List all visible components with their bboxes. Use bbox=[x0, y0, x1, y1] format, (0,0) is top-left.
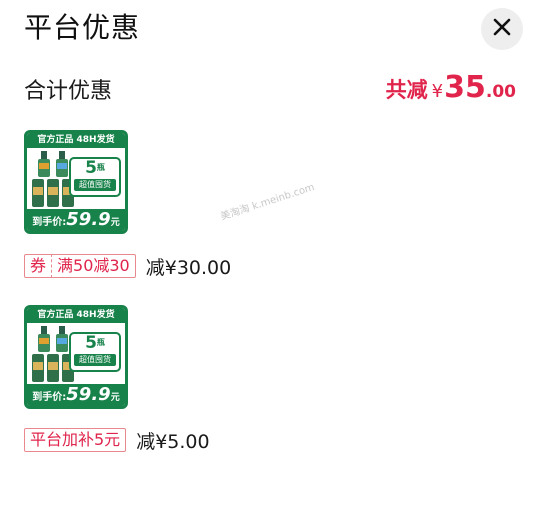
summary-total: 共减 ¥ 35 .00 bbox=[386, 72, 516, 104]
discount-amount: 减¥30.00 bbox=[145, 256, 232, 279]
badge-number: 5 bbox=[85, 333, 97, 353]
price-unit: 元 bbox=[110, 218, 120, 228]
price-unit: 元 bbox=[110, 393, 120, 403]
summary-prefix: 共减 bbox=[385, 78, 428, 102]
product-image[interactable]: 官方正品 48H发货 5瓶 超值囤货 到手价: 59.9 元 bbox=[24, 305, 128, 409]
discount-row-coupon: 券 满50减30 减¥30.00 bbox=[24, 252, 231, 280]
price-label: 到手价: bbox=[32, 392, 67, 403]
coupon-tag: 券 满50减30 bbox=[24, 254, 136, 278]
price-bar: 到手价: 59.9 元 bbox=[27, 209, 125, 231]
page-title: 平台优惠 bbox=[24, 11, 141, 44]
discount-row-platform: 平台加补5元 减¥5.00 bbox=[24, 426, 210, 454]
badge-subtext: 超值囤货 bbox=[74, 354, 116, 366]
price-value: 59.9 bbox=[66, 384, 111, 405]
platform-subsidy-tag: 平台加补5元 bbox=[24, 428, 127, 452]
price-value: 59.9 bbox=[66, 209, 111, 230]
close-button[interactable] bbox=[481, 8, 523, 50]
badge-number: 5 bbox=[85, 158, 97, 178]
badge-unit: 瓶 bbox=[96, 163, 105, 172]
watermark: 美淘淘 k.meinb.com bbox=[219, 182, 316, 223]
quantity-badge: 5瓶 超值囤货 bbox=[69, 332, 121, 372]
product-image[interactable]: 官方正品 48H发货 5瓶 超值囤货 到手价: 59.9 元 bbox=[24, 130, 128, 234]
price-bar: 到手价: 59.9 元 bbox=[27, 384, 125, 406]
badge-subtext: 超值囤货 bbox=[74, 179, 116, 191]
price-label: 到手价: bbox=[32, 217, 67, 228]
coupon-tag-rule: 满50减30 bbox=[57, 256, 130, 275]
summary-amount-dec: .00 bbox=[485, 82, 516, 102]
summary-currency: ¥ bbox=[431, 81, 444, 102]
close-icon bbox=[492, 17, 512, 41]
coupon-tag-type: 券 bbox=[25, 254, 53, 278]
summary-amount-int: 35 bbox=[444, 70, 486, 105]
summary-label: 合计优惠 bbox=[24, 79, 113, 104]
discount-amount: 减¥5.00 bbox=[136, 430, 210, 453]
platform-subsidy-label: 平台加补5元 bbox=[30, 430, 121, 449]
badge-unit: 瓶 bbox=[96, 338, 105, 347]
product-banner: 官方正品 48H发货 bbox=[27, 133, 125, 148]
quantity-badge: 5瓶 超值囤货 bbox=[69, 157, 121, 197]
product-banner: 官方正品 48H发货 bbox=[27, 308, 125, 323]
